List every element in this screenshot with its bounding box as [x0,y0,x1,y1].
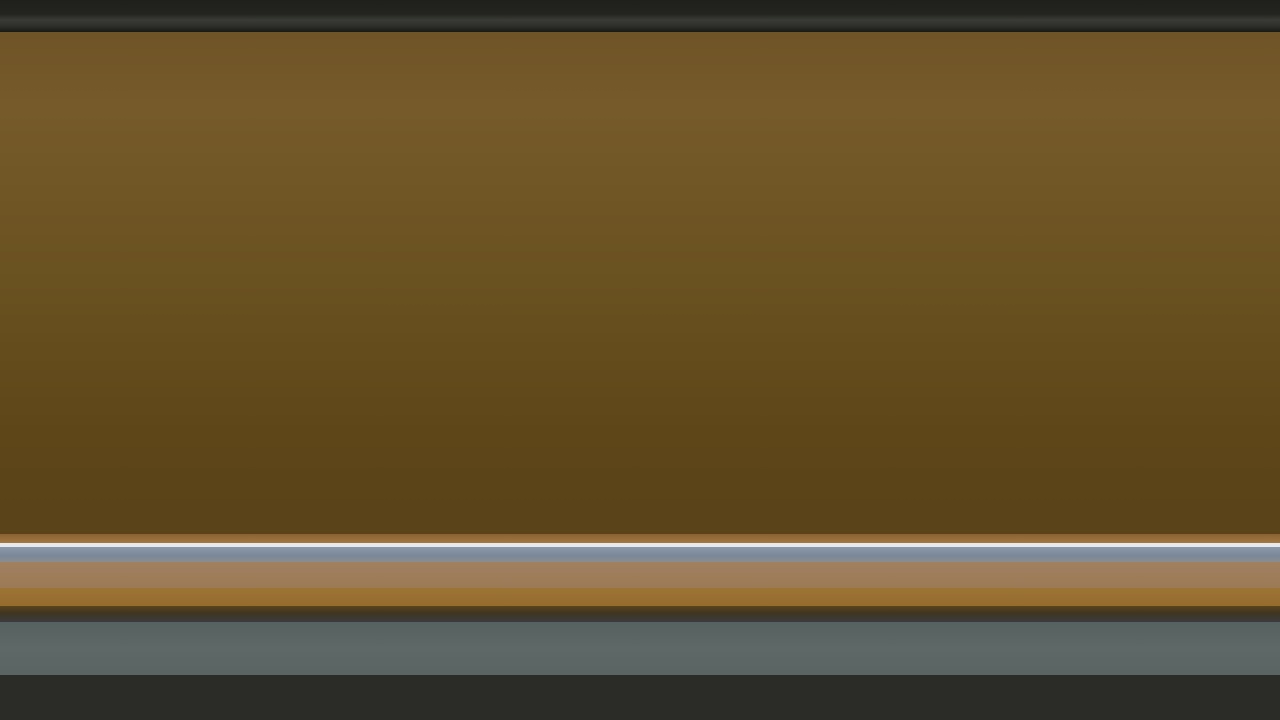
divider-dark [0,606,1280,622]
bar-grey [0,622,1280,675]
panel-edge-orange [0,534,1280,543]
main-panel [0,32,1280,534]
top-strip [0,0,1280,32]
stripe-amber [0,588,1280,606]
stripe-tan [0,562,1280,588]
stripe-blue-grey [0,547,1280,562]
screen [0,0,1280,720]
bottom-area [0,675,1280,720]
